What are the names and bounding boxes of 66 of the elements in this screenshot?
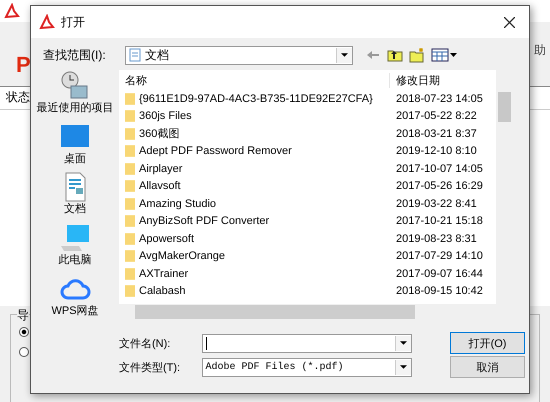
place-item[interactable]: 文档 xyxy=(35,171,115,216)
date-cell-text: 2019-08-23 8:31 xyxy=(395,232,478,245)
date-cell-text: 2017-05-22 8:22 xyxy=(395,110,478,122)
folder-icon xyxy=(125,198,135,210)
folder-icon xyxy=(125,145,135,158)
look-in-dropdown[interactable]: 文档 xyxy=(125,46,353,64)
folder-icon xyxy=(125,180,135,192)
place-item[interactable]: 桌面 xyxy=(35,120,115,166)
pdf-app-icon xyxy=(4,3,20,19)
date-cell-text: 2017-09-07 16:44 xyxy=(395,268,484,280)
date-cell-text: 2017-10-21 15:18 xyxy=(395,215,484,228)
file-name-field[interactable] xyxy=(202,334,412,352)
place-item[interactable]: WPS网盘 xyxy=(35,272,115,318)
folder-icon xyxy=(125,285,135,298)
folder-item[interactable]: Adept PDF Password Remover xyxy=(119,145,392,158)
radio-button[interactable] xyxy=(19,347,29,357)
folder-icon xyxy=(125,250,135,262)
app-heading: P xyxy=(16,52,31,78)
date-cell-text: 2017-07-29 14:10 xyxy=(395,250,484,262)
radio-button[interactable] xyxy=(19,327,29,337)
folder-item[interactable]: Airplayer xyxy=(119,162,392,175)
column-header[interactable]: 名称 xyxy=(119,72,389,88)
folder-icon xyxy=(125,268,135,280)
cancel-button[interactable]: 取消 xyxy=(450,356,525,378)
date-cell-text: 2018-09-15 10:42 xyxy=(395,285,484,298)
place-item[interactable]: 此电脑 xyxy=(35,222,115,267)
folder-item[interactable]: Allavsoft xyxy=(119,180,392,192)
folder-item[interactable]: {9611E1D9-97AD-4AC3-B735-11DE92E27CFA} xyxy=(119,92,392,105)
file-type-dropdown[interactable]: Adobe PDF Files (*.pdf) xyxy=(202,358,412,376)
menu-item[interactable]: 助 xyxy=(534,42,546,58)
folder-icon xyxy=(125,162,135,175)
folder-item[interactable]: 360js Files xyxy=(119,110,392,122)
folder-icon xyxy=(125,92,135,105)
date-cell-text: 2018-03-21 8:37 xyxy=(395,128,478,140)
date-cell-text: 2019-03-22 8:41 xyxy=(395,198,478,210)
date-cell-text: 2018-07-23 14:05 xyxy=(395,92,484,105)
look-in-label: 查找范围(I): xyxy=(43,46,107,64)
file-type-label: 文件类型(T): xyxy=(118,360,182,374)
file-name-label: 文件名(N): xyxy=(118,336,172,350)
folder-item[interactable]: AvgMakerOrange xyxy=(119,250,392,262)
new-folder-icon[interactable] xyxy=(409,47,425,63)
dropdown-arrow-icon xyxy=(400,341,408,345)
folder-item[interactable]: Calabash xyxy=(119,285,392,298)
date-cell-text: 2017-05-26 16:29 xyxy=(395,180,484,192)
dropdown-arrow-icon xyxy=(341,53,348,57)
folder-icon xyxy=(125,128,135,140)
document-icon xyxy=(129,48,141,62)
view-menu-icon[interactable] xyxy=(431,48,457,62)
date-cell-text: 2019-12-10 8:10 xyxy=(395,145,478,158)
group-label: 导 xyxy=(17,307,29,324)
dropdown-arrow-icon xyxy=(400,365,408,369)
close-icon xyxy=(504,16,514,28)
folder-item[interactable]: AXTrainer xyxy=(119,268,392,280)
date-cell-text: 2017-10-07 14:05 xyxy=(395,162,484,175)
folder-item[interactable]: 360截图 xyxy=(119,126,392,142)
open-button[interactable]: 打开(O) xyxy=(450,332,525,354)
folder-item[interactable]: AnyBizSoft PDF Converter xyxy=(119,215,392,228)
column-header[interactable]: 状态 xyxy=(6,90,30,104)
folder-item[interactable]: Apowersoft xyxy=(119,232,392,245)
folder-icon xyxy=(125,232,135,245)
folder-icon xyxy=(125,110,135,122)
place-item[interactable]: 最近使用的项目 xyxy=(35,70,115,115)
dialog-title: 打开 xyxy=(61,14,85,30)
folder-icon xyxy=(125,215,135,228)
folder-item[interactable]: Amazing Studio xyxy=(119,198,392,210)
pdf-app-icon xyxy=(39,14,55,30)
